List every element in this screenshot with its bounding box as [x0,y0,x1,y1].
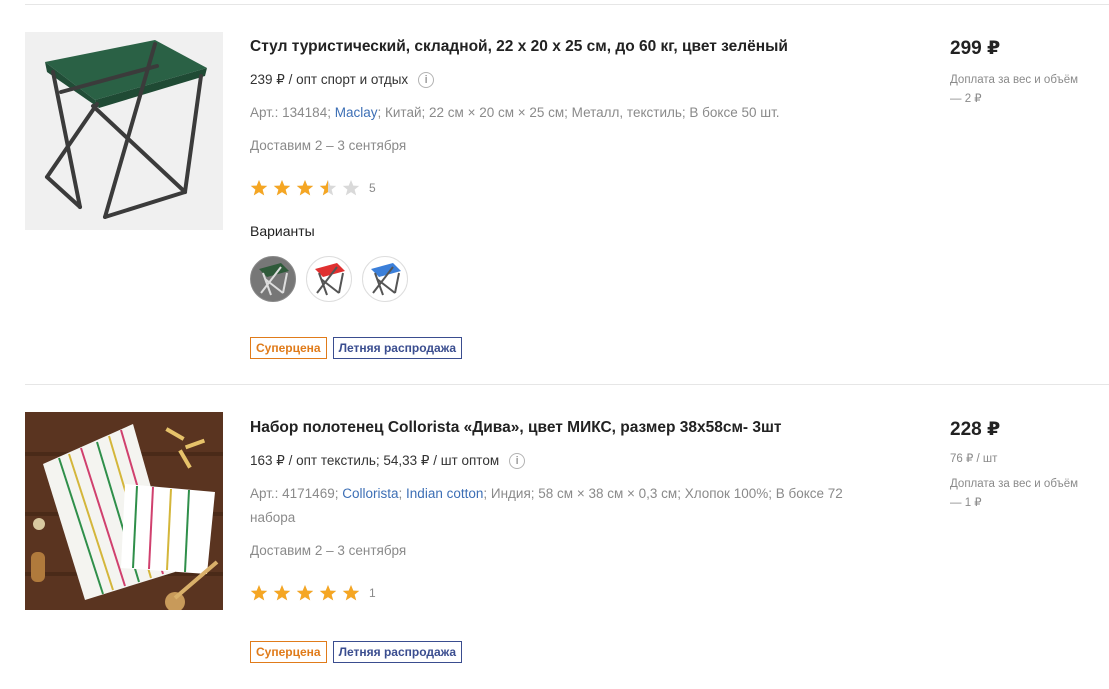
article-number: Арт.: 134184; [250,105,331,120]
brand-link[interactable]: Collorista [342,486,398,501]
star-icon [296,180,314,196]
rating-count: 5 [369,181,376,195]
delivery-date: Доставим 2 – 3 сентября [250,543,407,558]
star-icon [250,180,268,196]
info-icon[interactable]: i [418,72,435,88]
brand-separator: ; [398,486,403,501]
star-icon [319,585,337,601]
brand-separator: ; [377,105,382,120]
star-icon [273,180,291,196]
specs-details: Китай; 22 см × 20 см × 25 см; Металл, те… [385,105,780,120]
variant-green-image [259,263,289,296]
brand-separator: ; [483,486,488,501]
wholesale-price-text: 239 ₽ / опт спорт и отдых [250,72,409,87]
brand-link[interactable]: Maclay [335,105,378,120]
rating-stars [250,179,365,197]
product-price: 228 ₽ [950,419,1001,440]
star-icon [342,585,360,601]
star-icon [250,585,268,601]
product-image-towels[interactable] [25,412,223,610]
star-icon [342,180,360,196]
specs-details: Индия; 58 см × 38 см × 0,3 см; Хлопок 10… [250,486,843,525]
rating[interactable]: 5 [250,179,376,197]
product-image-stool[interactable] [25,32,223,230]
wholesale-price: 239 ₽ / опт спорт и отдых i [250,72,435,88]
wholesale-price: 163 ₽ / опт текстиль; 54,33 ₽ / шт оптом… [250,453,526,469]
article-number: Арт.: 4171469; [250,486,339,501]
badges: Суперцена Летняя распродажа [250,337,468,359]
variant-red-image [315,263,345,296]
variant-blue[interactable] [362,256,408,302]
star-icon [296,585,314,601]
brand-link[interactable]: Indian cotton [406,486,483,501]
wholesale-price-text: 163 ₽ / опт текстиль; 54,33 ₽ / шт оптом [250,453,500,468]
delivery-date: Доставим 2 – 3 сентября [250,138,407,153]
variant-green[interactable] [250,256,296,302]
product-specs: Арт.: 4171469; Collorista; Indian cotton… [250,482,850,530]
product-divider [25,384,1109,385]
badge-superprice[interactable]: Суперцена [250,641,327,663]
rating-count: 1 [369,586,376,600]
badges: Суперцена Летняя распродажа [250,641,468,663]
product-title[interactable]: Стул туристический, складной, 22 х 20 х … [250,38,788,56]
info-icon[interactable]: i [509,453,526,469]
badge-superprice[interactable]: Суперцена [250,337,327,359]
star-icon [273,585,291,601]
variant-blue-image [371,263,401,296]
product-title[interactable]: Набор полотенец Collorista «Дива», цвет … [250,419,782,437]
weight-surcharge: Доплата за вес и объём — 1 ₽ [950,478,1079,509]
rating[interactable]: 1 [250,584,376,602]
variants-label: Варианты [250,223,315,239]
top-divider [25,4,1109,5]
rating-stars [250,584,365,602]
unit-price: 76 ₽ / шт [950,453,998,465]
variants-list [250,256,418,302]
star-icon [319,180,337,196]
weight-surcharge: Доплата за вес и объём — 2 ₽ [950,74,1079,105]
product-specs: Арт.: 134184; Maclay; Китай; 22 см × 20 … [250,101,850,125]
towels-image [25,412,223,610]
stool-image [25,32,223,230]
product-price: 299 ₽ [950,38,1001,59]
variant-red[interactable] [306,256,352,302]
badge-summer-sale[interactable]: Летняя распродажа [332,337,463,359]
badge-summer-sale[interactable]: Летняя распродажа [332,641,463,663]
